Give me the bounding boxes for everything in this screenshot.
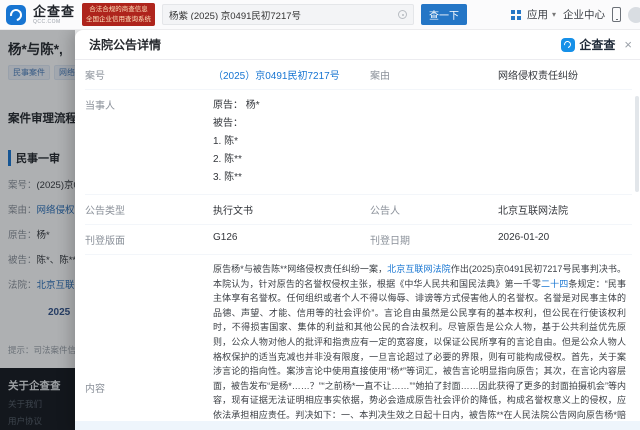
search-button[interactable]: 查一下	[421, 4, 467, 25]
publish-page-value: G126	[213, 232, 370, 243]
highlighted-keyword: 二十四	[541, 279, 568, 289]
modal-bottom-strip	[75, 421, 640, 430]
close-icon[interactable]: ×	[624, 38, 632, 51]
modal-scrollbar[interactable]	[635, 96, 639, 426]
announcer-label: 公告人	[370, 202, 498, 217]
row-caseno-cause: 案号 （2025）京0491民初7217号 案由 网络侵权责任纠纷	[85, 60, 632, 90]
cause-value: 网络侵权责任纠纷	[498, 67, 578, 82]
timeline-date: 2025	[48, 307, 75, 318]
content-label: 内容	[85, 380, 213, 395]
apps-menu[interactable]: 应用 ▾	[511, 7, 556, 22]
search-input[interactable]	[169, 9, 393, 20]
page-footer: 关于企查查 关于我们 用户协议 联系我们	[0, 368, 75, 430]
content-part3: 条规定：“民事主体享有名誉权。任何组织或者个人不得以侮辱、诽谤等方式侵害他人的名…	[213, 279, 626, 428]
bg-field-defendant: 被告：陈*、陈**、陈**	[8, 252, 75, 266]
caseno-value-link[interactable]: （2025）京0491民初7217号	[213, 67, 370, 82]
brand-text: 企查查	[33, 5, 75, 18]
row-content: 内容 原告杨*与被告陈**网络侵权责任纠纷一案，北京互联网法院作出(2025)京…	[85, 255, 632, 428]
caseno-label: 案号	[85, 67, 213, 82]
camera-search-icon[interactable]	[398, 10, 407, 19]
announcement-paragraph: 原告杨*与被告陈**网络侵权责任纠纷一案，北京互联网法院作出(2025)京049…	[213, 262, 626, 428]
party-list: 原告： 杨* 被告： 1. 陈* 2. 陈** 3. 陈**	[213, 97, 260, 187]
modal-header: 法院公告详情 企查查 ×	[75, 30, 640, 60]
slogan-badge: 合法合规的商查信息 全国企业信用查询系统	[82, 3, 155, 27]
row-type-announcer: 公告类型 执行文书 公告人 北京互联网法院	[85, 195, 632, 225]
bg-field-cause: 案由：网络侵权责任纠纷	[8, 202, 75, 216]
qcc-logo-icon[interactable]	[6, 5, 26, 25]
search-box	[162, 4, 414, 25]
enterprise-center-link[interactable]: 企业中心	[563, 7, 605, 22]
qcc-mini-logo-icon	[561, 38, 575, 52]
announcer-value: 北京互联网法院	[498, 202, 568, 217]
bg-field-court: 法院：北京互联网法院	[8, 277, 75, 291]
top-header: 企查查 QCC.COM 合法合规的商查信息 全国企业信用查询系统 查一下 应用 …	[0, 0, 640, 30]
chevron-down-icon: ▾	[552, 10, 556, 19]
row-page-date: 刊登版面 G126 刊登日期 2026-01-20	[85, 225, 632, 255]
avatar[interactable]	[628, 7, 640, 23]
section-case-process: 案件审理流程	[8, 110, 75, 126]
court-link[interactable]: 北京互联网法院	[387, 264, 451, 274]
slogan-line2: 全国企业信用查询系统	[86, 15, 151, 25]
footer-link-agreement[interactable]: 用户协议	[8, 415, 75, 427]
party-label: 当事人	[85, 97, 213, 112]
modal-brand-text: 企查查	[579, 36, 615, 53]
stage-first-instance: 民事一审	[8, 150, 75, 166]
court-announcement-modal: 法院公告详情 企查查 × 案号 （2025）京0491民初7217号 案由 网络…	[75, 30, 640, 430]
party-defendant-1: 1. 陈*	[213, 133, 260, 151]
case-title: 杨*与陈*,	[8, 38, 75, 58]
bg-field-caseno: 案号：(2025)京0491民初7217号	[8, 177, 75, 191]
announcement-type-value: 执行文书	[213, 202, 370, 217]
row-parties: 当事人 原告： 杨* 被告： 1. 陈* 2. 陈** 3. 陈**	[85, 90, 632, 195]
enterprise-center-label: 企业中心	[563, 7, 605, 22]
party-defendant-heading: 被告：	[213, 115, 260, 133]
footer-title: 关于企查查	[8, 378, 75, 393]
publish-page-label: 刊登版面	[85, 232, 213, 247]
announcement-content: 原告杨*与被告陈**网络侵权责任纠纷一案，北京互联网法院作出(2025)京049…	[213, 262, 632, 428]
content-part1: 原告杨*与被告陈**网络侵权责任纠纷一案，	[213, 264, 387, 274]
brand-subtext: QCC.COM	[33, 20, 75, 25]
modal-body: 案号 （2025）京0491民初7217号 案由 网络侵权责任纠纷 当事人 原告…	[75, 60, 640, 428]
apps-grid-icon	[511, 10, 515, 14]
publish-date-value: 2026-01-20	[498, 232, 549, 243]
party-defendant-3: 3. 陈**	[213, 169, 260, 187]
scrollbar-thumb[interactable]	[635, 96, 639, 192]
apps-label: 应用	[527, 7, 548, 22]
modal-title: 法院公告详情	[89, 36, 561, 53]
qcc-brand[interactable]: 企查查 QCC.COM	[33, 5, 75, 25]
party-plaintiff: 原告： 杨*	[213, 97, 260, 115]
publish-date-label: 刊登日期	[370, 232, 498, 247]
qcc-page: 企查查 QCC.COM 合法合规的商查信息 全国企业信用查询系统 查一下 应用 …	[0, 0, 640, 430]
announcement-type-label: 公告类型	[85, 202, 213, 217]
case-tip-text: 提示：司法案件信息…	[8, 344, 75, 356]
background-case-page: 杨*与陈*, 民事案件 网络侵权责任纠纷 案件审理流程 民事一审 案号：(202…	[0, 30, 75, 430]
cause-label: 案由	[370, 67, 498, 82]
mobile-app-icon[interactable]	[612, 7, 621, 22]
case-tag-cause: 网络侵权责任纠纷	[54, 65, 75, 80]
slogan-line1: 合法合规的商查信息	[86, 5, 151, 15]
case-tag-civil: 民事案件	[8, 65, 50, 80]
party-defendant-2: 2. 陈**	[213, 151, 260, 169]
footer-link-about[interactable]: 关于我们	[8, 398, 75, 410]
bg-field-plaintiff: 原告：杨*	[8, 227, 75, 241]
